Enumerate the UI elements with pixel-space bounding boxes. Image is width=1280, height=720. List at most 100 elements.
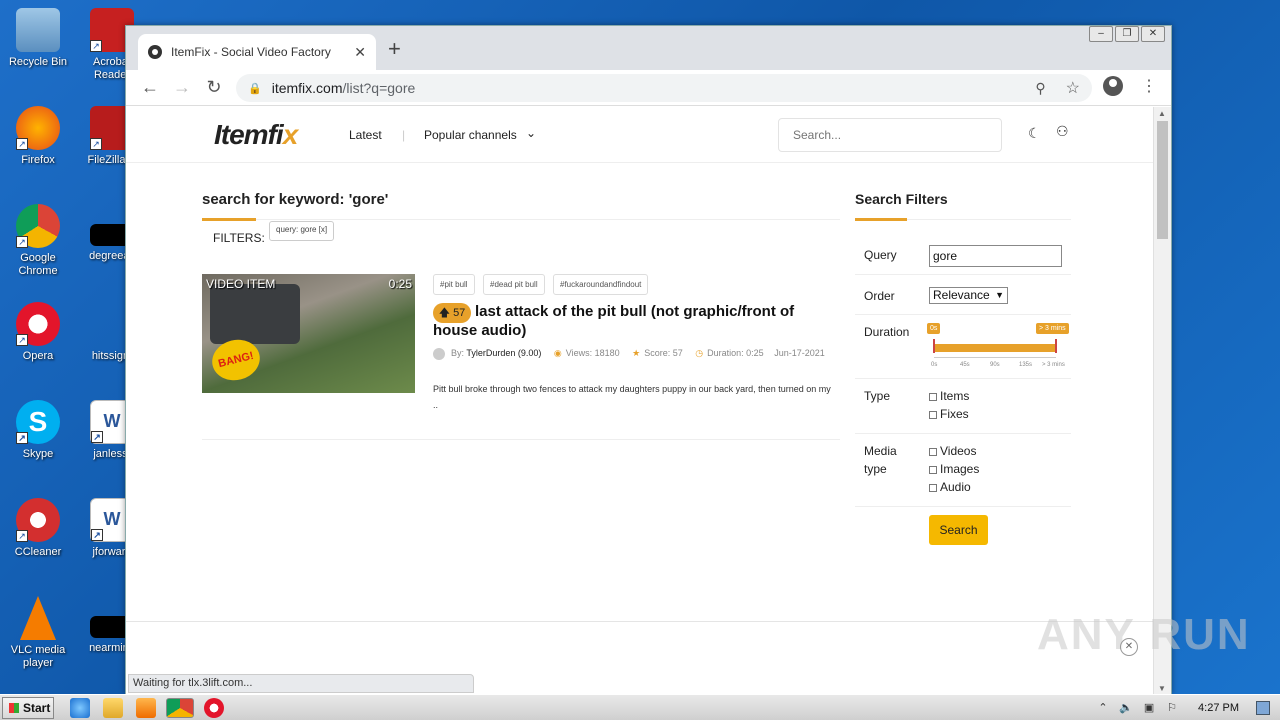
order-label: Order: [864, 289, 895, 303]
url-host: itemfix.com: [271, 80, 343, 96]
bookmark-star-icon[interactable]: ☆: [1066, 78, 1080, 98]
watermark-close-icon[interactable]: ✕: [1120, 638, 1138, 656]
nav-latest[interactable]: Latest: [349, 128, 382, 142]
duration-handle-min[interactable]: [933, 339, 935, 353]
site-search-input[interactable]: [778, 118, 1002, 152]
tag-dead-pit-bull[interactable]: #dead pit bull: [483, 274, 545, 295]
address-bar[interactable]: 🔒 itemfix.com/list?q=gore ⚲ ☆: [236, 74, 1092, 102]
itemfix-logo[interactable]: Itemfix: [214, 119, 298, 151]
show-hidden-icons-icon[interactable]: ⌃: [1096, 701, 1110, 715]
action-center-flag-icon[interactable]: ⚐: [1165, 701, 1179, 715]
menu-kebab-icon[interactable]: ⋮: [1141, 76, 1157, 96]
system-tray: ⌃ 🔈 ▣ ⚐ 4:27 PM: [1096, 696, 1280, 720]
reload-icon[interactable]: ↻: [198, 77, 230, 98]
thumbnail-truck: [210, 284, 300, 344]
author-link[interactable]: TylerDurden (9.00): [466, 348, 541, 358]
desktop-icon-recycle-bin[interactable]: Recycle Bin: [0, 8, 76, 69]
chevron-down-icon: ▼: [995, 290, 1004, 300]
dark-mode-moon-icon[interactable]: ☾: [1028, 125, 1041, 142]
query-label: Query: [864, 248, 897, 262]
site-header: Itemfix Latest | Popular channels ⌄ ☾ ⚇: [126, 107, 1154, 163]
filter-chip-query[interactable]: query: gore [x]: [269, 221, 335, 241]
type-label: Type: [864, 389, 891, 403]
score: Score: 57: [644, 348, 683, 358]
desktop-icon-skype[interactable]: S ↗ Skype: [0, 400, 76, 461]
forward-icon[interactable]: →: [166, 77, 198, 98]
checkbox-fixes[interactable]: Fixes: [929, 405, 969, 423]
duration-slider[interactable]: [934, 344, 1056, 352]
video-meta: By: TylerDurden (9.00) ◉ Views: 18180 ★ Sc…: [433, 345, 833, 361]
tag-fuckaroundandfindout[interactable]: #fuckaroundandfindout: [553, 274, 649, 295]
start-button[interactable]: Start: [2, 697, 54, 719]
itemfix-favicon-icon: [148, 45, 162, 59]
checkbox-audio[interactable]: Audio: [929, 478, 971, 496]
upvote-arrow-icon: 🡅: [438, 307, 450, 319]
show-desktop-icon[interactable]: [1256, 701, 1270, 715]
nav-separator: |: [402, 128, 406, 142]
browser-status-bar: Waiting for tlx.3lift.com...: [128, 674, 474, 693]
eye-icon: ◉: [553, 348, 562, 358]
scroll-down-icon[interactable]: ▼: [1158, 684, 1166, 693]
restore-icon[interactable]: ❐: [1115, 26, 1139, 42]
new-tab-icon[interactable]: +: [388, 38, 401, 60]
chevron-down-icon[interactable]: ⌄: [526, 126, 536, 140]
clock[interactable]: 4:27 PM: [1198, 702, 1239, 714]
duration-max-pill: > 3 mins: [1036, 323, 1069, 334]
desktop-icon-opera[interactable]: ↗ Opera: [0, 302, 76, 363]
ccleaner-icon: ↗: [16, 498, 60, 542]
back-icon[interactable]: ←: [134, 77, 166, 98]
volume-icon[interactable]: 🔈: [1119, 701, 1133, 715]
network-icon[interactable]: ▣: [1142, 701, 1156, 715]
minimize-icon[interactable]: –: [1089, 26, 1113, 42]
window-close-icon[interactable]: ✕: [1141, 26, 1165, 42]
order-select[interactable]: Relevance ▼: [929, 287, 1008, 304]
video-title[interactable]: last attack of the pit bull (not graphic…: [433, 302, 823, 340]
ie-taskbar-icon[interactable]: [70, 698, 90, 718]
scrollbar-thumb[interactable]: [1157, 121, 1168, 239]
author-avatar: [433, 347, 445, 360]
footer-divider: [126, 621, 1154, 622]
chrome-taskbar-icon[interactable]: [166, 698, 194, 718]
vlc-icon: [20, 596, 56, 640]
search-button[interactable]: Search: [929, 515, 988, 545]
web-page: Itemfix Latest | Popular channels ⌄ ☾ ⚇ …: [126, 107, 1154, 695]
duration-ticks: [934, 357, 1056, 361]
media-player-taskbar-icon[interactable]: [136, 698, 156, 718]
desktop-icon-firefox[interactable]: ↗ Firefox: [0, 106, 76, 167]
tab-itemfix[interactable]: ItemFix - Social Video Factory ✕: [138, 34, 376, 70]
browser-toolbar: ← → ↻ 🔒 itemfix.com/list?q=gore ⚲ ☆ ⋮: [126, 70, 1171, 106]
desktop-icon-ccleaner[interactable]: ↗ CCleaner: [0, 498, 76, 559]
checkbox-images[interactable]: Images: [929, 460, 979, 478]
tab-strip: ItemFix - Social Video Factory ✕ + – ❐ ✕: [126, 26, 1171, 70]
lock-icon: 🔒: [248, 82, 262, 95]
close-tab-icon[interactable]: ✕: [354, 44, 366, 61]
result-divider: [202, 439, 840, 440]
page-scrollbar[interactable]: ▲ ▼: [1153, 107, 1171, 695]
video-thumbnail[interactable]: BANG! VIDEO ITEM 0:25: [202, 274, 415, 393]
nav-popular-channels[interactable]: Popular channels: [424, 128, 517, 142]
query-input[interactable]: [929, 245, 1062, 267]
checkbox-items[interactable]: Items: [929, 387, 969, 405]
checkbox-videos[interactable]: Videos: [929, 442, 976, 460]
profile-avatar-icon[interactable]: [1103, 76, 1123, 96]
tick-label: > 3 mins: [1042, 362, 1065, 368]
desktop-icon-vlc[interactable]: VLC media player: [0, 596, 76, 670]
firefox-icon: ↗: [16, 106, 60, 150]
tab-title: ItemFix - Social Video Factory: [171, 45, 331, 59]
opera-taskbar-icon[interactable]: [204, 698, 224, 718]
explorer-taskbar-icon[interactable]: [103, 698, 123, 718]
tag-pit-bull[interactable]: #pit bull: [433, 274, 475, 295]
desktop-icon-chrome[interactable]: ↗ Google Chrome: [0, 204, 76, 278]
search-filters-title: Search Filters: [855, 191, 948, 207]
vote-badge[interactable]: 🡅 57: [433, 303, 471, 323]
anyrun-watermark: ANY RUN: [1037, 610, 1251, 659]
duration-handle-max[interactable]: [1055, 339, 1057, 353]
recycle-bin-icon: [16, 8, 60, 52]
tick-label: 135s: [1019, 362, 1033, 368]
thumbnail-label: VIDEO ITEM: [206, 277, 276, 291]
chrome-icon: ↗: [16, 204, 60, 248]
star-icon: ★: [632, 348, 641, 358]
zoom-icon[interactable]: ⚲: [1035, 80, 1045, 97]
user-account-icon[interactable]: ⚇: [1056, 123, 1069, 140]
scroll-up-icon[interactable]: ▲: [1158, 109, 1166, 118]
